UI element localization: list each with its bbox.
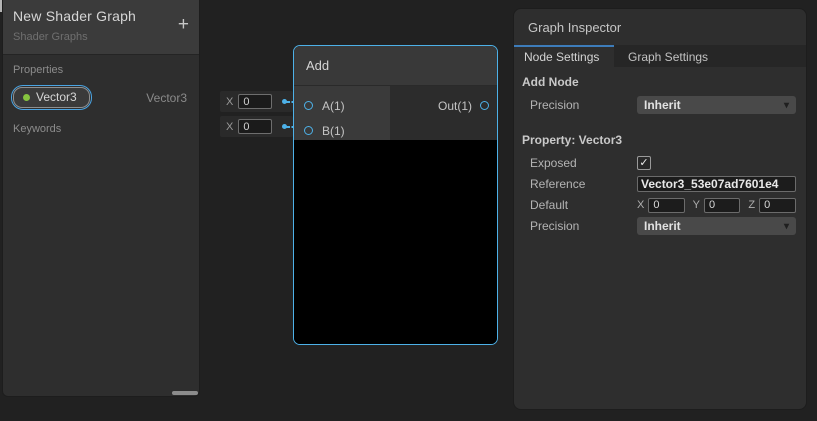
keywords-section-label: Keywords (3, 114, 199, 138)
inspector-tabbar: Node Settings Graph Settings (514, 45, 806, 67)
default-x-group: X (637, 198, 685, 213)
reference-input[interactable] (637, 176, 796, 192)
blackboard-header[interactable]: New Shader Graph Shader Graphs + (3, 0, 199, 55)
input-a-value-field[interactable] (238, 94, 272, 109)
input-b-value-widget: X (220, 116, 293, 137)
property-precision-row: Precision Inherit ▾ (522, 217, 796, 235)
input-a-value-widget: X (220, 91, 293, 112)
dropdown-value: Inherit (644, 219, 681, 233)
chevron-down-icon: ▾ (784, 221, 789, 232)
default-y-field[interactable] (704, 198, 740, 213)
axis-label: X (226, 96, 233, 108)
properties-section-label: Properties (3, 55, 199, 79)
inspector-body: Add Node Precision Inherit ▾ Property: V… (514, 67, 806, 235)
default-row: Default X Y Z (522, 196, 796, 214)
exposed-label: Exposed (522, 156, 637, 170)
graph-subtitle: Shader Graphs (13, 31, 189, 43)
input-port-b-icon[interactable] (304, 126, 313, 135)
property-precision-dropdown[interactable]: Inherit ▾ (637, 217, 796, 235)
node-title-bar[interactable]: Add (294, 46, 497, 86)
port-row-a: A(1) (294, 93, 390, 118)
default-label: Default (522, 198, 637, 212)
property-row: Vector3 Vector3 (3, 79, 199, 114)
node-precision-dropdown[interactable]: Inherit ▾ (637, 96, 796, 114)
default-z-group: Z (748, 198, 796, 213)
input-ports-section: A(1) B(1) (294, 86, 390, 140)
property-pill[interactable]: Vector3 (11, 85, 92, 110)
axis-label: X (226, 121, 233, 133)
graph-inspector-panel: Graph Inspector Node Settings Graph Sett… (513, 8, 807, 410)
input-port-a-icon[interactable] (304, 101, 313, 110)
z-axis-label: Z (748, 199, 755, 211)
port-label-a: A(1) (322, 99, 345, 113)
node-precision-row: Precision Inherit ▾ (522, 96, 796, 114)
node-preview (294, 140, 497, 344)
exposed-checkbox[interactable]: ✓ (637, 156, 651, 170)
chevron-down-icon: ▾ (784, 100, 789, 111)
graph-title: New Shader Graph (13, 8, 189, 24)
precision-label: Precision (522, 219, 637, 233)
add-property-button[interactable]: + (178, 15, 189, 34)
port-label-out: Out(1) (438, 99, 472, 113)
output-ports-section: Out(1) (390, 86, 497, 140)
node-ports: A(1) B(1) Out(1) (294, 86, 497, 140)
port-label-b: B(1) (322, 124, 345, 138)
property-type-dot-icon (23, 94, 30, 101)
output-port-icon[interactable] (480, 101, 489, 110)
default-x-field[interactable] (648, 198, 684, 213)
x-axis-label: X (637, 199, 644, 211)
precision-label: Precision (522, 98, 637, 112)
inspector-title: Graph Inspector (528, 20, 621, 35)
exposed-row: Exposed ✓ (522, 154, 796, 172)
property-name: Vector3 (36, 90, 77, 104)
default-y-group: Y (693, 198, 741, 213)
tab-graph-settings[interactable]: Graph Settings (614, 45, 708, 67)
y-axis-label: Y (693, 199, 700, 211)
reference-label: Reference (522, 177, 637, 191)
tab-node-settings[interactable]: Node Settings (514, 45, 614, 67)
node-title: Add (306, 58, 329, 73)
shader-graph-window: New Shader Graph Shader Graphs + Propert… (0, 0, 817, 421)
dropdown-value: Inherit (644, 98, 681, 112)
input-b-value-field[interactable] (238, 119, 272, 134)
blackboard-scrollbar-handle[interactable] (172, 391, 198, 395)
checkmark-icon: ✓ (639, 158, 648, 169)
add-node[interactable]: Add A(1) B(1) Out(1) (293, 45, 498, 345)
property-type-label: Vector3 (146, 91, 187, 105)
property-section-heading: Property: Vector3 (522, 133, 796, 147)
port-row-out: Out(1) (390, 93, 497, 118)
inspector-header[interactable]: Graph Inspector (514, 9, 806, 45)
add-node-section-heading: Add Node (522, 75, 796, 89)
reference-row: Reference (522, 175, 796, 193)
default-z-field[interactable] (759, 198, 796, 213)
blackboard-panel: New Shader Graph Shader Graphs + Propert… (2, 0, 200, 397)
